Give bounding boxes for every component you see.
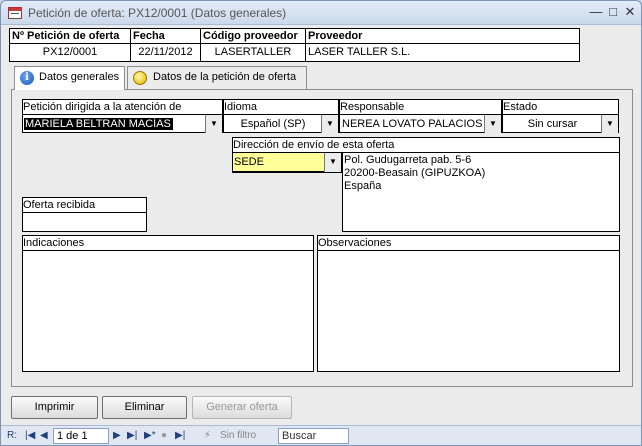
oferta-recibida-input[interactable] xyxy=(22,212,147,232)
main-window: Petición de oferta: PX12/0001 (Datos gen… xyxy=(0,0,642,446)
tab-datos-peticion[interactable]: Datos de la petición de oferta xyxy=(127,66,307,89)
responsable-combo[interactable]: NEREA LOVATO PALACIOS ▼ xyxy=(339,114,502,133)
header-value: 22/11/2012 xyxy=(138,46,193,58)
observaciones-textarea[interactable] xyxy=(317,250,620,372)
observaciones-label: Observaciones xyxy=(318,237,392,249)
oferta-recibida-label: Oferta recibida xyxy=(23,199,96,211)
estado-field: Estado Sin cursar ▼ xyxy=(502,99,619,133)
observaciones-field: Observaciones xyxy=(317,235,620,372)
indicaciones-field: Indicaciones xyxy=(22,235,314,372)
previous-record-icon[interactable]: ◀ xyxy=(40,428,48,444)
oferta-recibida-field: Oferta recibida xyxy=(22,197,147,232)
indicaciones-label: Indicaciones xyxy=(23,237,85,249)
title-bar: Petición de oferta: PX12/0001 (Datos gen… xyxy=(1,1,641,25)
window-title: Petición de oferta: PX12/0001 (Datos gen… xyxy=(28,6,287,20)
direccion-value: SEDE xyxy=(234,156,264,168)
idioma-value: Español (SP) xyxy=(240,118,306,130)
last-record-icon[interactable]: ▶| xyxy=(127,428,137,444)
header-table: Nº Petición de oferta PX12/0001 Fecha 22… xyxy=(9,28,580,62)
next-blank-icon[interactable]: ▶| xyxy=(175,428,185,444)
yellow-circle-icon xyxy=(133,71,147,85)
atencion-combo[interactable]: MARIELA BELTRAN MACÍAS ▼ xyxy=(22,114,223,133)
form-icon xyxy=(8,7,22,19)
atencion-label: Petición dirigida a la atención de xyxy=(23,101,182,113)
header-value: PX12/0001 xyxy=(42,46,98,58)
tab-label: Datos generales xyxy=(39,71,120,83)
chevron-down-icon[interactable]: ▼ xyxy=(484,115,501,133)
header-col-numero: Nº Petición de oferta PX12/0001 xyxy=(10,29,131,61)
chevron-down-icon[interactable]: ▼ xyxy=(321,115,338,133)
estado-label: Estado xyxy=(503,101,538,113)
header-col-codigo: Código proveedor LASERTALLER xyxy=(201,29,306,61)
indicaciones-textarea[interactable] xyxy=(22,250,314,372)
address-line: España xyxy=(344,180,382,192)
responsable-label: Responsable xyxy=(340,101,405,113)
estado-combo[interactable]: Sin cursar ▼ xyxy=(502,114,619,133)
direccion-label: Dirección de envío de esta oferta xyxy=(233,139,395,151)
delete-record-icon[interactable]: ● xyxy=(161,428,167,444)
header-value: LASERTALLER xyxy=(214,46,292,58)
tab-label: Datos de la petición de oferta xyxy=(153,71,297,83)
imprimir-button[interactable]: Imprimir xyxy=(11,396,98,419)
idioma-combo[interactable]: Español (SP) ▼ xyxy=(223,114,339,133)
address-line: Pol. Gudugarreta pab. 5-6 xyxy=(344,154,472,166)
responsable-value: NEREA LOVATO PALACIOS xyxy=(342,118,483,130)
first-record-icon[interactable]: |◀ xyxy=(25,428,35,444)
atencion-value: MARIELA BELTRAN MACÍAS xyxy=(24,118,173,130)
direccion-address-box: Pol. Gudugarreta pab. 5-6 20200-Beasain … xyxy=(342,152,620,232)
header-label: Fecha xyxy=(133,30,165,42)
chevron-down-icon[interactable]: ▼ xyxy=(601,115,618,133)
header-label: Proveedor xyxy=(308,30,363,42)
next-record-icon[interactable]: ▶ xyxy=(113,428,121,444)
idioma-label: Idioma xyxy=(224,101,258,113)
new-record-icon[interactable]: ▶* xyxy=(144,428,156,444)
direccion-field: Dirección de envío de esta oferta SEDE ▼… xyxy=(232,137,620,232)
header-value: LASER TALLER S.L. xyxy=(308,46,411,58)
record-navigation-bar: R: |◀ ◀ 1 de 1 ▶ ▶| ▶* ● ▶| ⚡ Sin filtro… xyxy=(1,425,641,445)
chevron-down-icon[interactable]: ▼ xyxy=(324,153,341,172)
tab-datos-generales[interactable]: i Datos generales xyxy=(14,66,125,90)
minimize-button[interactable]: — xyxy=(587,4,605,21)
filter-status-label[interactable]: Sin filtro xyxy=(220,428,256,444)
atencion-field: Petición dirigida a la atención de MARIE… xyxy=(22,99,223,133)
search-input[interactable]: Buscar xyxy=(278,428,349,444)
chevron-down-icon[interactable]: ▼ xyxy=(205,115,222,133)
info-icon: i xyxy=(20,71,34,85)
record-label: R: xyxy=(7,430,17,441)
filter-icon[interactable]: ⚡ xyxy=(204,428,211,444)
header-label: Nº Petición de oferta xyxy=(12,30,120,42)
maximize-button[interactable]: □ xyxy=(604,4,622,21)
header-label: Código proveedor xyxy=(203,30,298,42)
address-line: 20200-Beasain (GIPUZKOA) xyxy=(344,167,486,179)
header-col-proveedor: Proveedor LASER TALLER S.L. xyxy=(306,29,579,61)
generar-oferta-button[interactable]: Generar oferta xyxy=(192,396,292,419)
direccion-combo[interactable]: SEDE ▼ xyxy=(232,152,342,172)
record-number-input[interactable]: 1 de 1 xyxy=(53,428,109,444)
responsable-field: Responsable NEREA LOVATO PALACIOS ▼ xyxy=(339,99,502,133)
estado-value: Sin cursar xyxy=(527,118,578,130)
close-button[interactable]: ✕ xyxy=(621,4,639,21)
eliminar-button[interactable]: Eliminar xyxy=(102,396,187,419)
idioma-field: Idioma Español (SP) ▼ xyxy=(223,99,339,133)
header-col-fecha: Fecha 22/11/2012 xyxy=(131,29,201,61)
